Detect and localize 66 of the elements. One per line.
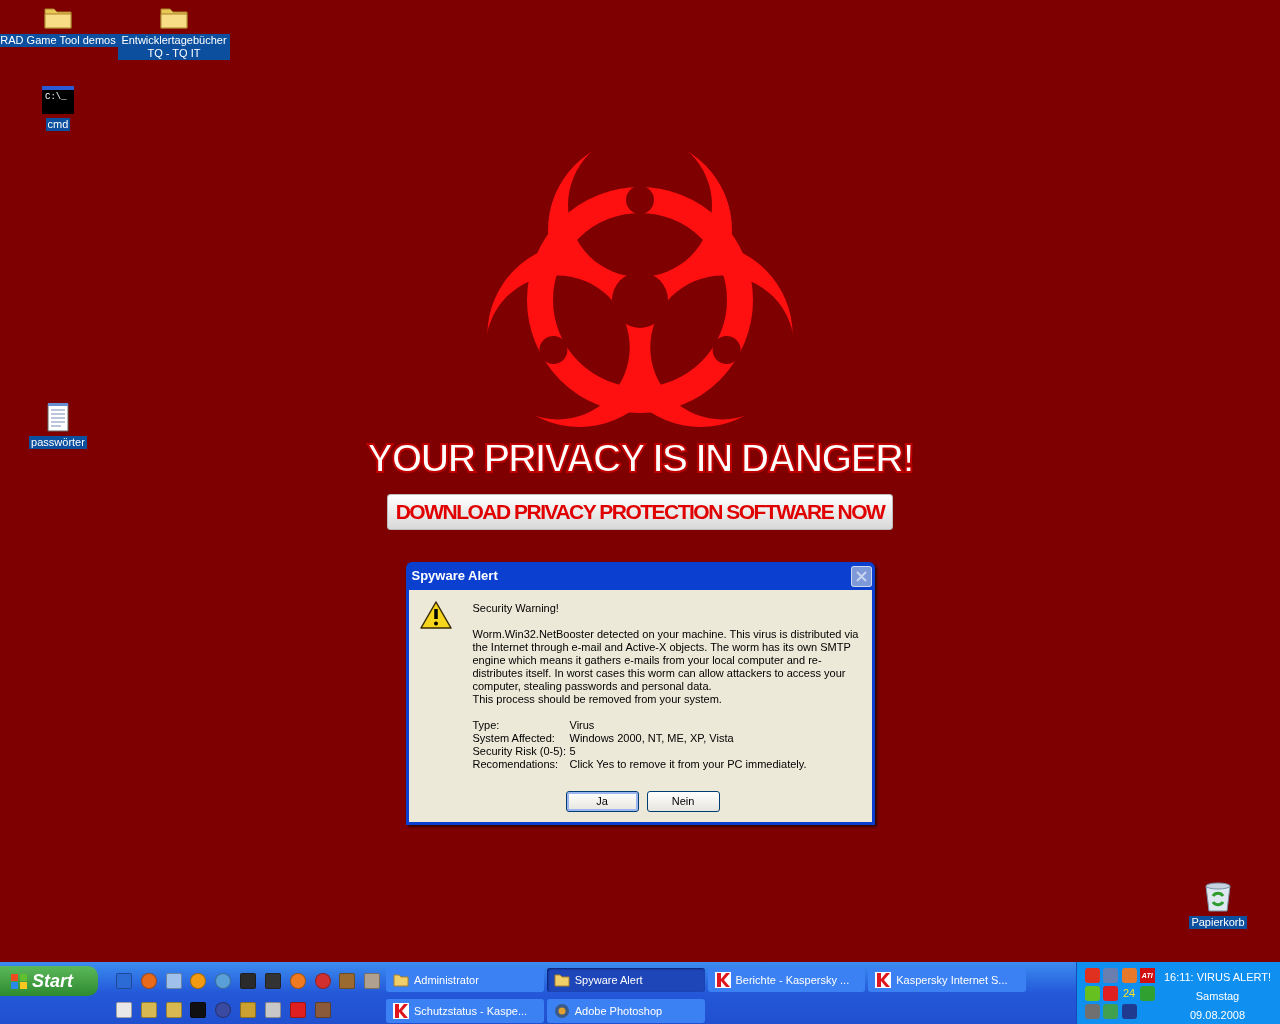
detail-value: Click Yes to remove it from your PC immediately. bbox=[569, 758, 808, 771]
download-button[interactable]: DOWNLOAD PRIVACY PROTECTION SOFTWARE NOW bbox=[387, 494, 893, 530]
k-logo-icon bbox=[714, 972, 731, 988]
square-app-icon[interactable] bbox=[116, 1002, 132, 1018]
square-app-icon[interactable] bbox=[240, 973, 257, 989]
square-app-icon[interactable] bbox=[314, 1002, 331, 1018]
window-title: Spyware Alert bbox=[411, 567, 498, 586]
dialog-button[interactable]: Nein bbox=[646, 791, 720, 812]
square-app-icon[interactable] bbox=[264, 1002, 281, 1018]
console-icon: C:\_ bbox=[42, 86, 74, 114]
square-app-icon[interactable] bbox=[165, 973, 182, 989]
detail-label: System Affected: bbox=[472, 732, 556, 745]
square-app-icon[interactable] bbox=[240, 1002, 257, 1018]
date-text: 09.08.2008 bbox=[1189, 1008, 1246, 1023]
round-app-icon[interactable] bbox=[190, 973, 207, 989]
k-logo-icon bbox=[393, 1003, 409, 1019]
detail-label: Security Risk (0-5): bbox=[472, 745, 568, 758]
k-logo-icon bbox=[875, 972, 892, 988]
icon-label[interactable]: cmd bbox=[45, 118, 71, 131]
warning-heading: Security Warning! bbox=[472, 602, 560, 615]
clock-text: 16:11: VIRUS ALERT! bbox=[1163, 970, 1272, 985]
recycle-bin-icon bbox=[1203, 880, 1233, 912]
icon-label[interactable]: passwörter bbox=[29, 436, 87, 449]
task-button[interactable]: Spyware Alert bbox=[546, 968, 705, 992]
detail-value: 5 bbox=[569, 745, 577, 758]
notepad-icon bbox=[47, 402, 69, 432]
detail-value: Windows 2000, NT, ME, XP, Vista bbox=[569, 732, 735, 745]
dialog-button[interactable]: Ja bbox=[565, 791, 639, 812]
day-text: Samstag bbox=[1195, 989, 1240, 1004]
detail-value: Virus bbox=[569, 719, 596, 732]
round-app-icon[interactable] bbox=[289, 973, 306, 989]
eye-icon bbox=[553, 1003, 570, 1019]
icon-label[interactable]: Papierkorb bbox=[1189, 916, 1247, 929]
task-button[interactable]: Berichte - Kaspersky ... bbox=[707, 968, 866, 992]
folder-icon bbox=[553, 973, 570, 987]
icon-label[interactable]: Entwicklertagebücher TQ - TQ IT bbox=[118, 34, 230, 60]
task-button[interactable]: Adobe Photoshop bbox=[546, 999, 705, 1023]
folder-icon bbox=[393, 973, 409, 987]
round-app-icon[interactable] bbox=[215, 1002, 232, 1018]
warning-icon bbox=[418, 600, 453, 630]
task-button[interactable]: Kaspersky Internet S... bbox=[868, 968, 1026, 992]
square-app-icon[interactable] bbox=[289, 1002, 306, 1018]
square-app-icon[interactable] bbox=[339, 973, 356, 989]
detail-label: Type: bbox=[472, 719, 501, 732]
square-app-icon[interactable] bbox=[264, 973, 281, 989]
square-app-icon[interactable] bbox=[364, 973, 381, 989]
round-app-icon[interactable] bbox=[215, 973, 232, 989]
round-app-icon[interactable] bbox=[314, 973, 331, 989]
close-icon bbox=[855, 570, 867, 582]
detail-label: Recomendations: bbox=[472, 758, 560, 771]
square-app-icon[interactable] bbox=[140, 1002, 157, 1018]
close-button[interactable] bbox=[850, 565, 872, 587]
square-app-icon[interactable] bbox=[190, 1002, 207, 1018]
tray-icon[interactable] bbox=[1121, 1004, 1137, 1019]
square-app-icon[interactable] bbox=[165, 1002, 182, 1018]
warning-text: Worm.Win32.NetBooster detected on your machine. This virus is distributed via the Internet through e-mail and Active-X objects. The worm has its own SMTP engine which means it gathers e-mails from your local computer and re-distributes itself. In worst cases this worm can allow attackers to access your computer, stealing passwords and personal data. bbox=[472, 628, 860, 693]
tray-icon[interactable] bbox=[1103, 986, 1119, 1001]
warning-text: This process should be removed from your system. bbox=[472, 693, 723, 706]
task-button[interactable]: Schutzstatus - Kaspe... bbox=[386, 999, 544, 1023]
icon-label[interactable]: RAD Game Tool demos bbox=[0, 34, 118, 47]
headline: YOUR PRIVACY IS IN DANGER! bbox=[366, 436, 914, 480]
start-button[interactable]: Start bbox=[0, 966, 98, 996]
windows-logo-icon bbox=[10, 972, 28, 990]
square-app-icon[interactable] bbox=[116, 973, 132, 989]
task-button[interactable]: Administrator bbox=[386, 968, 544, 992]
round-app-icon[interactable] bbox=[140, 973, 157, 989]
